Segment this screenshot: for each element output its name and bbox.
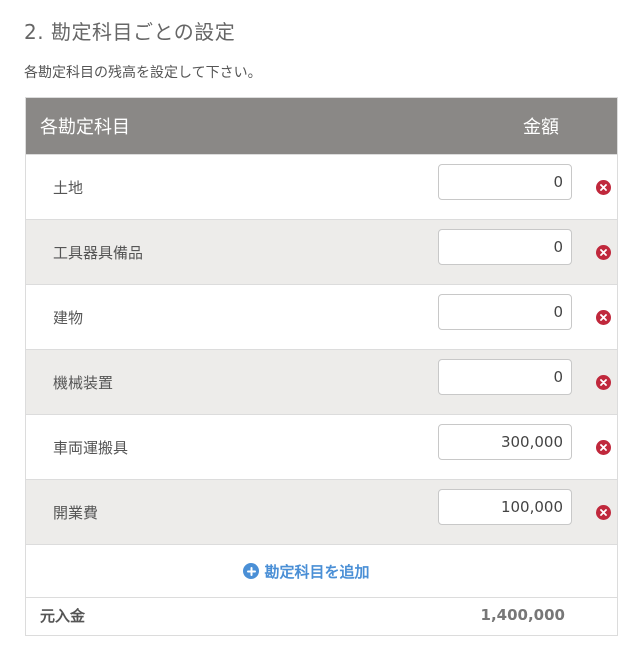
amount-input[interactable] [438, 164, 572, 200]
amount-input[interactable] [438, 359, 572, 395]
account-label: 機械装置 [53, 374, 114, 392]
account-balance-table: 各勘定科目 金額 土地 工具器具備品 建物 機械装置 車両運搬具 [25, 97, 618, 636]
amount-input[interactable] [438, 229, 572, 265]
plus-circle-icon [243, 563, 260, 579]
total-value: 1,400,000 [480, 606, 565, 624]
amount-input[interactable] [438, 424, 572, 460]
table-row: 車両運搬具 [26, 414, 617, 479]
header-account-name: 各勘定科目 [40, 117, 130, 138]
table-row: 土地 [26, 154, 617, 219]
section-title: 2. 勘定科目ごとの設定 [24, 20, 236, 44]
remove-circle-icon[interactable] [596, 440, 611, 455]
amount-input[interactable] [438, 489, 572, 525]
account-label: 車両運搬具 [53, 439, 129, 457]
remove-circle-icon[interactable] [596, 375, 611, 390]
table-header: 各勘定科目 金額 [26, 98, 617, 154]
total-label: 元入金 [40, 607, 86, 625]
total-row: 元入金 1,400,000 [26, 597, 617, 635]
account-label: 工具器具備品 [53, 244, 144, 262]
table-row: 開業費 [26, 479, 617, 544]
table-row: 工具器具備品 [26, 219, 617, 284]
table-row: 建物 [26, 284, 617, 349]
account-label: 土地 [53, 179, 84, 197]
table-row: 機械装置 [26, 349, 617, 414]
remove-circle-icon[interactable] [596, 245, 611, 260]
header-amount: 金額 [523, 117, 559, 138]
add-account-label: 勘定科目を追加 [264, 562, 370, 581]
section-description: 各勘定科目の残高を設定して下さい。 [24, 65, 262, 81]
add-account-button[interactable]: 勘定科目を追加 [243, 561, 370, 582]
amount-input[interactable] [438, 294, 572, 330]
remove-circle-icon[interactable] [596, 310, 611, 325]
account-label: 開業費 [53, 504, 99, 522]
remove-circle-icon[interactable] [596, 180, 611, 195]
account-label: 建物 [53, 309, 84, 327]
remove-circle-icon[interactable] [596, 505, 611, 520]
add-account-row: 勘定科目を追加 [26, 544, 617, 597]
